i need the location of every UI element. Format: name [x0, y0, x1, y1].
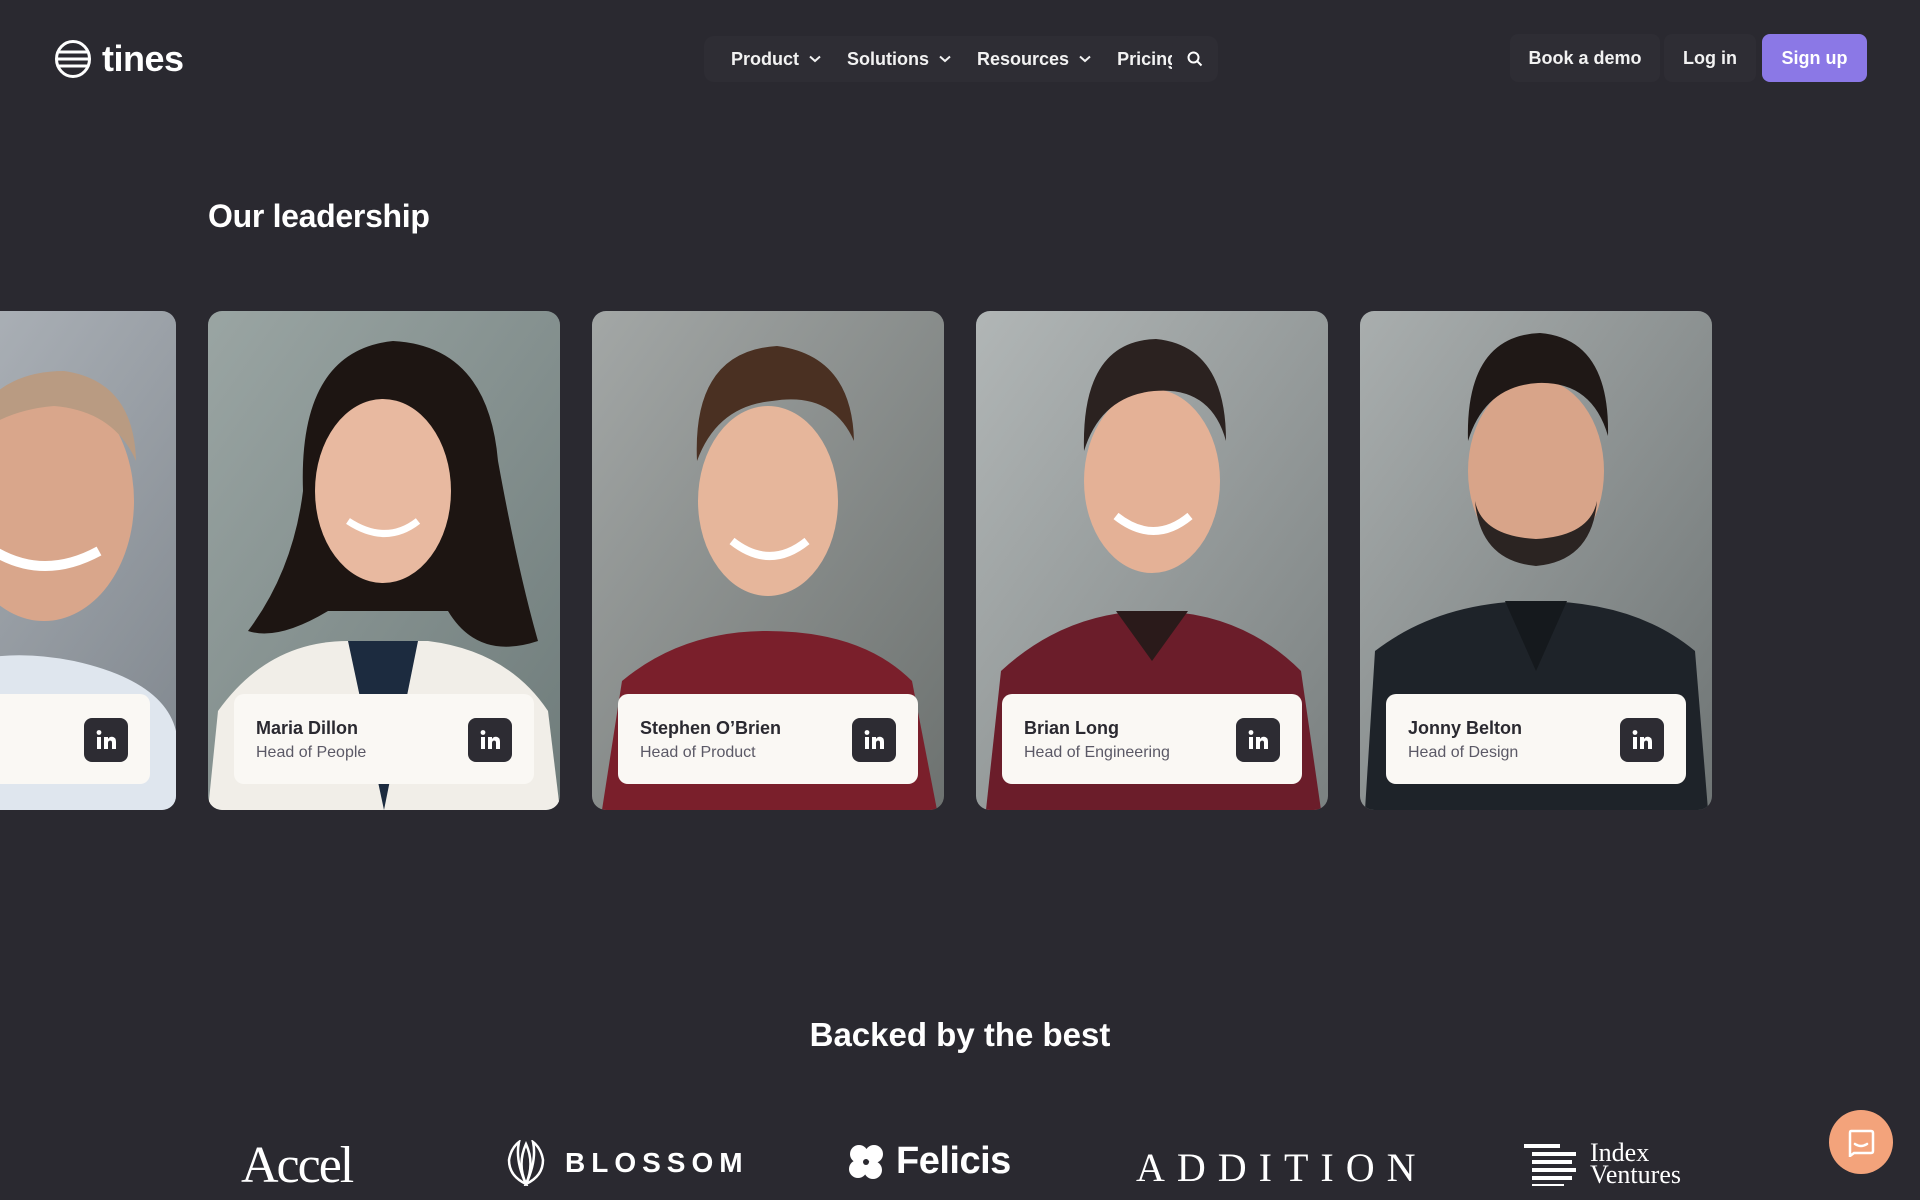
leader-card: Maria Dillon Head of People [208, 311, 560, 810]
leader-info: Jonny Belton Head of Design [1386, 694, 1686, 784]
chevron-down-icon [1079, 55, 1091, 63]
felicis-logo: Felicis [846, 1140, 1011, 1183]
brand-name: tines [102, 38, 184, 79]
linkedin-icon [96, 730, 116, 749]
clover-icon [849, 1144, 883, 1179]
nav-item-product[interactable]: Product [718, 36, 834, 82]
logo-text: Accel [241, 1137, 354, 1194]
leader-name: Stephen O’Brien [640, 718, 782, 738]
sign-up-button[interactable]: Sign up [1762, 34, 1867, 82]
brand-logo[interactable]: tines [54, 38, 184, 80]
nav-label: Product [731, 48, 800, 69]
leader-info: Maria Dillon Head of People [234, 694, 534, 784]
leader-role: Head of Design [1408, 744, 1519, 761]
main-nav: Product Solutions Resources Pricing [704, 36, 1206, 82]
leader-name: Maria Dillon [256, 718, 359, 738]
leader-role: Head of People [256, 744, 367, 761]
nav-label: Pricing [1117, 48, 1179, 69]
linkedin-button[interactable] [1236, 718, 1280, 762]
leader-role: Head of Engineering [1024, 744, 1170, 761]
leader-card: Jonny Belton Head of Design [1360, 311, 1712, 810]
search-button[interactable] [1172, 36, 1218, 82]
leader-info: Brian Long Head of Engineering [1002, 694, 1302, 784]
linkedin-button[interactable] [852, 718, 896, 762]
leader-info: Stephen O’Brien Head of Product [618, 694, 918, 784]
index-lines-icon [1524, 1144, 1576, 1186]
book-demo-button[interactable]: Book a demo [1510, 34, 1660, 82]
leader-info: ficer [0, 694, 150, 784]
nav-item-resources[interactable]: Resources [964, 36, 1104, 82]
index-ventures-logo: Index Ventures [1524, 1140, 1681, 1189]
accel-logo: Accel [241, 1136, 354, 1195]
leadership-title: Our leadership [208, 198, 430, 234]
linkedin-icon [1248, 730, 1268, 749]
linkedin-button[interactable] [84, 718, 128, 762]
log-in-button[interactable]: Log in [1664, 34, 1756, 82]
page: tines Product Solutions Resources Pricin… [0, 0, 1920, 1200]
blossom-leaf-icon [507, 1140, 545, 1186]
blossom-logo: BLOSSOM [505, 1140, 749, 1186]
leader-name: Jonny Belton [1408, 718, 1523, 738]
linkedin-icon [480, 730, 500, 749]
leader-role: Head of Product [640, 744, 756, 761]
linkedin-icon [864, 730, 884, 749]
backers-title: Backed by the best [809, 1016, 1111, 1053]
leader-card: ficer [0, 311, 176, 810]
logo-text: Ventures [1590, 1160, 1681, 1189]
chevron-down-icon [939, 55, 951, 63]
nav-item-solutions[interactable]: Solutions [834, 36, 964, 82]
index-ventures-wordmark: Index Ventures [1590, 1140, 1681, 1189]
tines-logo-icon [55, 40, 91, 78]
logo-text: Felicis [896, 1140, 1011, 1182]
linkedin-button[interactable] [468, 718, 512, 762]
logo-text: BLOSSOM [565, 1147, 749, 1178]
chat-button[interactable] [1829, 1110, 1893, 1174]
leader-card: Brian Long Head of Engineering [976, 311, 1328, 810]
chat-icon [1848, 1129, 1875, 1157]
linkedin-button[interactable] [1620, 718, 1664, 762]
search-icon [1187, 51, 1203, 67]
leader-card: Stephen O’Brien Head of Product [592, 311, 944, 810]
linkedin-icon [1632, 730, 1652, 749]
logo-text: ADDITION [1136, 1145, 1428, 1190]
nav-label: Resources [977, 48, 1070, 69]
addition-logo: ADDITION [1136, 1144, 1428, 1191]
nav-label: Solutions [847, 48, 930, 69]
chevron-down-icon [809, 55, 821, 63]
leader-name: Brian Long [1024, 718, 1119, 738]
